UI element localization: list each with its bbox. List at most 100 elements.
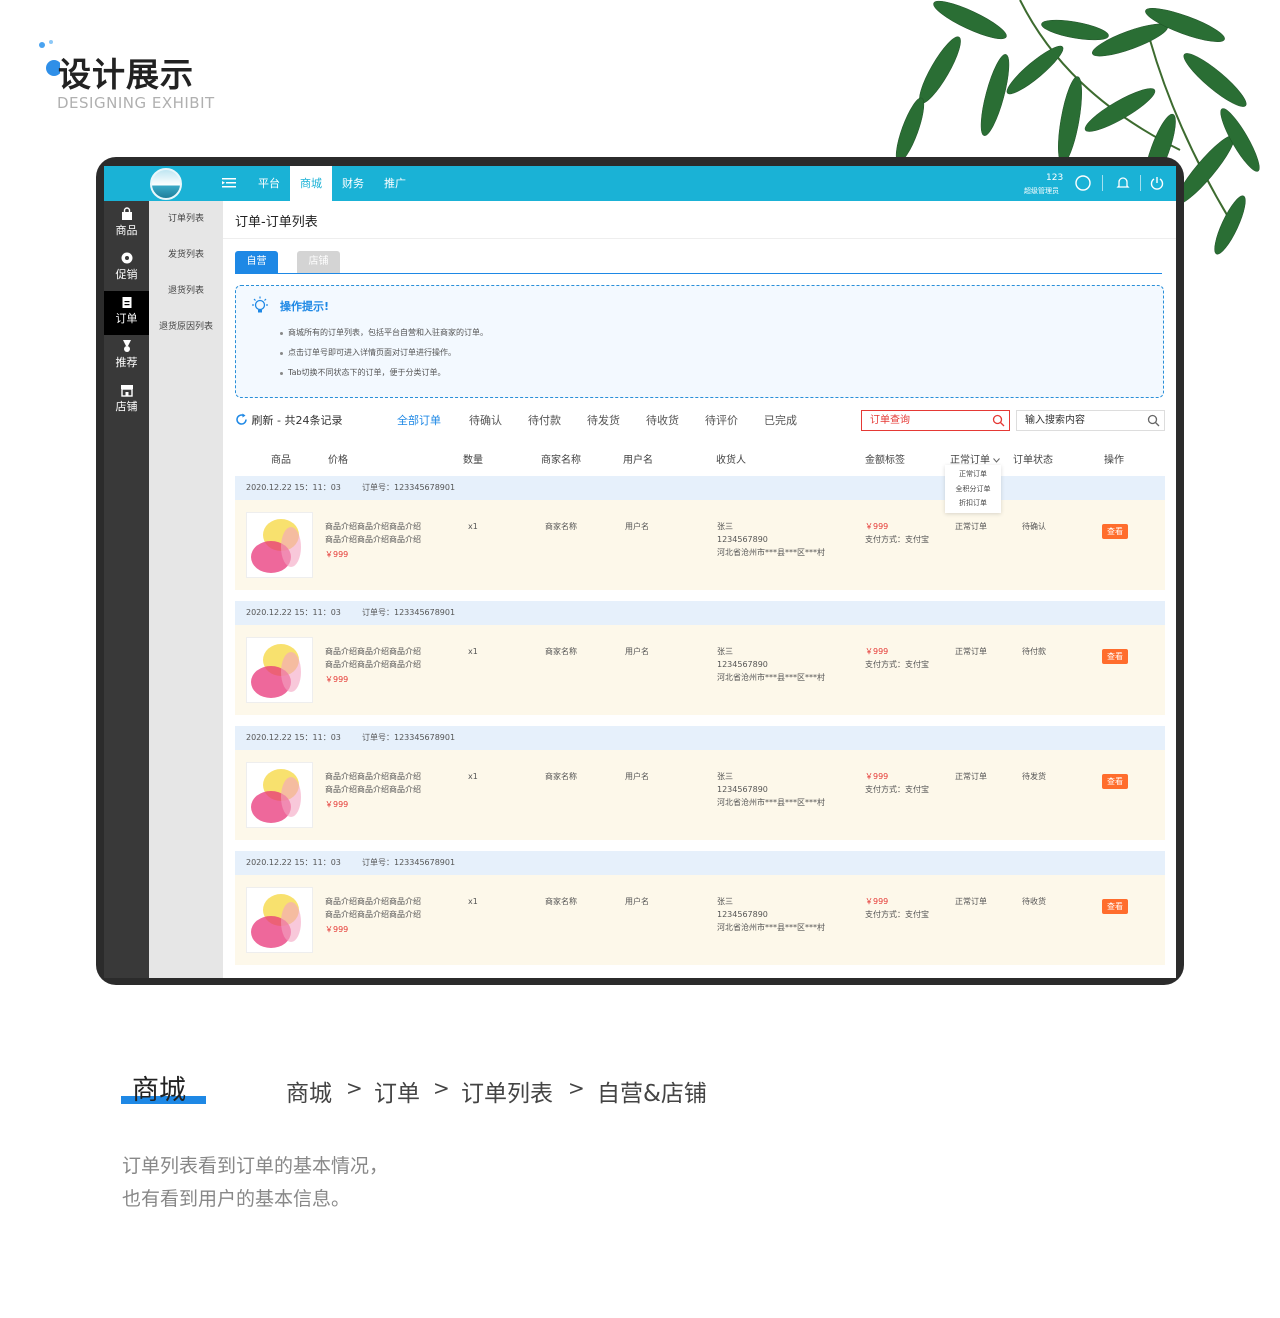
dropdown-option[interactable]: 全积分订单: [945, 484, 1001, 494]
sidebar-item-store[interactable]: 店铺: [104, 379, 149, 423]
breadcrumb-separator: >: [433, 1076, 450, 1100]
order-body: 商品介绍商品介绍商品介绍 商品介绍商品介绍商品介绍 ￥999 x1 商家名称 用…: [235, 625, 1165, 715]
keyword-search-input[interactable]: 输入搜索内容: [1016, 410, 1165, 431]
order-type: 正常订单: [955, 647, 987, 656]
topnav-promotion[interactable]: 推广: [378, 166, 412, 201]
lightbulb-icon: [252, 296, 268, 313]
receiver-address: 河北省沧州市***县***区***村: [717, 673, 825, 682]
sidebar-item-recommend[interactable]: 推荐: [104, 335, 149, 379]
col-header-qty: 数量: [463, 455, 483, 466]
order-qty: x1: [468, 522, 478, 531]
user-name: 用户名: [625, 522, 649, 531]
shopping-bag-icon: [121, 207, 132, 220]
order-number[interactable]: 订单号：123345678901: [362, 726, 455, 750]
sidebar-item-label: 推荐: [115, 356, 138, 369]
sidebar-item-label: 商品: [115, 224, 138, 237]
user-circle-icon[interactable]: [1074, 174, 1092, 192]
subnav-shipping-list[interactable]: 发货列表: [149, 237, 223, 273]
page-title: 订单-订单列表: [235, 215, 318, 230]
description-line: 也有看到用户的基本信息。: [122, 1188, 351, 1210]
search-icon[interactable]: [1147, 414, 1160, 427]
order-status: 待收货: [1022, 897, 1046, 906]
user-name: 用户名: [625, 772, 649, 781]
page-subheading: DESIGNING EXHIBIT: [57, 94, 215, 112]
product-desc: 商品介绍商品介绍商品介绍: [325, 785, 421, 794]
product-thumbnail[interactable]: [246, 762, 313, 828]
bullet-dot: [280, 372, 283, 375]
order-status: 待付款: [1022, 647, 1046, 656]
product-thumbnail[interactable]: [246, 637, 313, 703]
merchant-name: 商家名称: [545, 772, 577, 781]
topnav-platform[interactable]: 平台: [252, 166, 286, 201]
sidebar-item-promotion[interactable]: 促销: [104, 247, 149, 291]
tab-self-operated[interactable]: 自营: [235, 251, 278, 273]
subnav-return-list[interactable]: 退货列表: [149, 273, 223, 309]
order-type: 正常订单: [955, 897, 987, 906]
order-search-input[interactable]: 订单查询: [861, 410, 1010, 431]
filter-to-pay[interactable]: 待付款: [528, 412, 561, 428]
dropdown-option[interactable]: 折扣订单: [945, 498, 1001, 508]
order-status: 待确认: [1022, 522, 1046, 531]
bell-icon[interactable]: [1114, 174, 1132, 192]
tips-line: 点击订单号即可进入详情页面对订单进行操作。: [288, 348, 456, 357]
filter-to-receive[interactable]: 待收货: [646, 412, 679, 428]
avatar[interactable]: [150, 168, 182, 200]
view-button[interactable]: 查看: [1102, 899, 1128, 914]
topnav-mall[interactable]: 商城: [290, 166, 332, 201]
medal-icon: [122, 340, 131, 352]
filter-to-ship[interactable]: 待发货: [587, 412, 620, 428]
view-button[interactable]: 查看: [1102, 774, 1128, 789]
payment-method: 支付方式：支付宝: [865, 785, 929, 794]
search-icon[interactable]: [992, 414, 1005, 427]
topnav-finance[interactable]: 财务: [336, 166, 370, 201]
receiver-phone: 1234567890: [717, 785, 768, 794]
user-name: 用户名: [625, 647, 649, 656]
view-button[interactable]: 查看: [1102, 649, 1128, 664]
filter-all[interactable]: 全部订单: [397, 412, 441, 428]
gear-icon: [121, 252, 132, 264]
order-amount: ￥999: [865, 772, 889, 781]
merchant-name: 商家名称: [545, 522, 577, 531]
product-desc: 商品介绍商品介绍商品介绍: [325, 647, 421, 656]
tab-store[interactable]: 店铺: [297, 251, 340, 273]
receiver-phone: 1234567890: [717, 660, 768, 669]
topbar-divider: [1102, 175, 1103, 191]
col-header-user: 用户名: [623, 455, 653, 466]
app-screen: 平台 商城 财务 推广 123 超级管理员 商品 促销 订单 推荐 店铺 订单列…: [104, 166, 1176, 978]
subnav-order-list[interactable]: 订单列表: [149, 201, 223, 237]
receiver-name: 张三: [717, 772, 733, 781]
product-price: ￥999: [325, 550, 349, 559]
filter-to-review[interactable]: 待评价: [705, 412, 738, 428]
user-role: 超级管理员: [1024, 187, 1059, 195]
view-button[interactable]: 查看: [1102, 524, 1128, 539]
col-header-receiver: 收货人: [716, 455, 746, 466]
filter-completed[interactable]: 已完成: [764, 412, 797, 428]
sidebar-item-orders[interactable]: 订单: [104, 291, 149, 335]
subnav-return-reason-list[interactable]: 退货原因列表: [149, 309, 223, 345]
order-card: 2020.12.22 15：11：03 订单号：123345678901 商品介…: [235, 851, 1165, 965]
product-price: ￥999: [325, 800, 349, 809]
col-header-amount-tag: 金额标签: [865, 455, 905, 466]
order-type-select[interactable]: 正常订单: [950, 451, 1001, 466]
product-thumbnail[interactable]: [246, 512, 313, 578]
power-icon[interactable]: [1148, 174, 1166, 192]
product-desc: 商品介绍商品介绍商品介绍: [325, 660, 421, 669]
payment-method: 支付方式：支付宝: [865, 910, 929, 919]
order-number[interactable]: 订单号：123345678901: [362, 601, 455, 625]
order-amount: ￥999: [865, 647, 889, 656]
dropdown-option[interactable]: 正常订单: [945, 469, 1001, 479]
order-type: 正常订单: [955, 522, 987, 531]
filter-to-confirm[interactable]: 待确认: [469, 412, 502, 428]
refresh-label: 刷新 - 共24条记录: [251, 414, 343, 427]
keyword-search-placeholder: 输入搜索内容: [1025, 415, 1085, 426]
order-number[interactable]: 订单号：123345678901: [362, 851, 455, 875]
order-number[interactable]: 订单号：123345678901: [362, 476, 455, 500]
refresh-button[interactable]: 刷新 - 共24条记录: [235, 412, 342, 428]
store-icon: [120, 385, 133, 397]
product-desc: 商品介绍商品介绍商品介绍: [325, 897, 421, 906]
menu-toggle-icon[interactable]: [222, 176, 236, 190]
sidebar-item-goods[interactable]: 商品: [104, 203, 149, 247]
refresh-icon: [236, 413, 247, 425]
product-price: ￥999: [325, 675, 349, 684]
product-thumbnail[interactable]: [246, 887, 313, 953]
